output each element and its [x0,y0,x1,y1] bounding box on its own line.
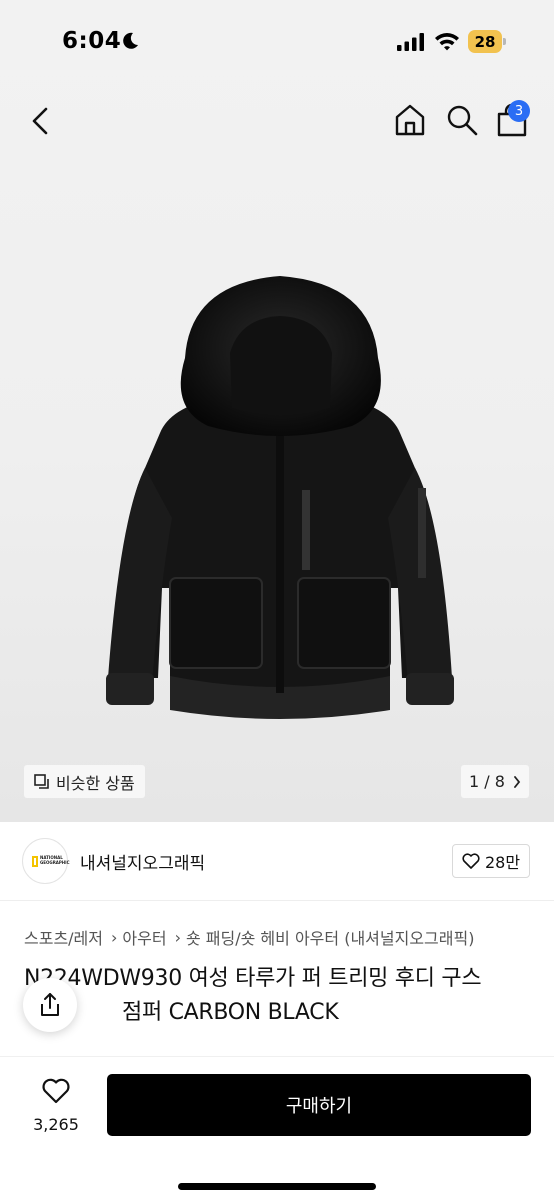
home-icon[interactable] [392,102,428,138]
status-time: 6:04 [62,28,122,54]
wifi-icon [435,33,459,51]
battery-level: 28 [468,30,502,53]
battery-tip [503,38,506,45]
status-bar: 6:04 28 [0,0,554,84]
brand-like-button[interactable]: 28만 [452,844,530,878]
brand-logo-text: NATIONAL GEOGRAPHIC [40,855,70,865]
similar-products-label: 비슷한 상품 [56,773,135,793]
buy-button[interactable]: 구매하기 [107,1074,531,1136]
brand-like-count: 28만 [484,853,521,872]
breadcrumb-item[interactable]: 스포츠/레저 [24,925,103,949]
top-nav [0,96,554,146]
breadcrumb: 스포츠/레저 › 아우터 › 숏 패딩/숏 헤비 아우터 (내셔널지오그래픽) [24,925,474,949]
search-icon[interactable] [444,102,480,138]
chevron-right-icon: › [174,927,181,947]
battery-icon: 28 [468,30,506,53]
cart-count-badge[interactable]: 3 [508,100,530,122]
product-title-line1: N224WDW930 여성 타루가 퍼 트리밍 후디 구스 [24,966,482,991]
like-button[interactable]: 3,265 [26,1075,86,1139]
breadcrumb-item[interactable]: 숏 패딩/숏 헤비 아우터 (내셔널지오그래픽) [186,925,474,949]
chevron-right-icon: › [111,927,118,947]
similar-products-icon [34,773,49,789]
heart-icon [462,853,480,869]
brand-name[interactable]: 내셔널지오그래픽 [80,849,205,874]
signal-icon [397,33,424,51]
section-divider [0,900,554,901]
product-title-line2: 점퍼 CARBON BLACK [122,1000,339,1025]
share-button[interactable] [23,978,77,1032]
brand-logo[interactable]: NATIONAL GEOGRAPHIC [22,838,70,884]
back-icon[interactable] [24,102,58,140]
product-image-gallery[interactable]: 6:04 28 3 비슷한 상품 1 / 8 [0,0,554,822]
moon-icon [123,32,138,49]
share-icon [41,993,59,1016]
breadcrumb-item[interactable]: 아우터 [122,925,166,949]
product-photo[interactable] [90,258,470,728]
heart-icon [42,1078,70,1104]
similar-products-button[interactable]: 비슷한 상품 [24,765,145,798]
home-indicator [178,1183,376,1190]
ng-yellow-frame-icon [32,856,38,867]
bottom-action-bar: 3,265 구매하기 [0,1056,554,1200]
page-indicator-text: 1 / 8 [469,772,505,791]
like-count: 3,265 [33,1115,79,1134]
product-title: N224WDW930 여성 타루가 퍼 트리밍 후디 구스 점퍼 CARBON … [24,962,530,1030]
image-page-indicator[interactable]: 1 / 8 [461,765,529,798]
chevron-right-icon [514,775,521,788]
brand-row: NATIONAL GEOGRAPHIC 내셔널지오그래픽 28만 [0,822,554,900]
